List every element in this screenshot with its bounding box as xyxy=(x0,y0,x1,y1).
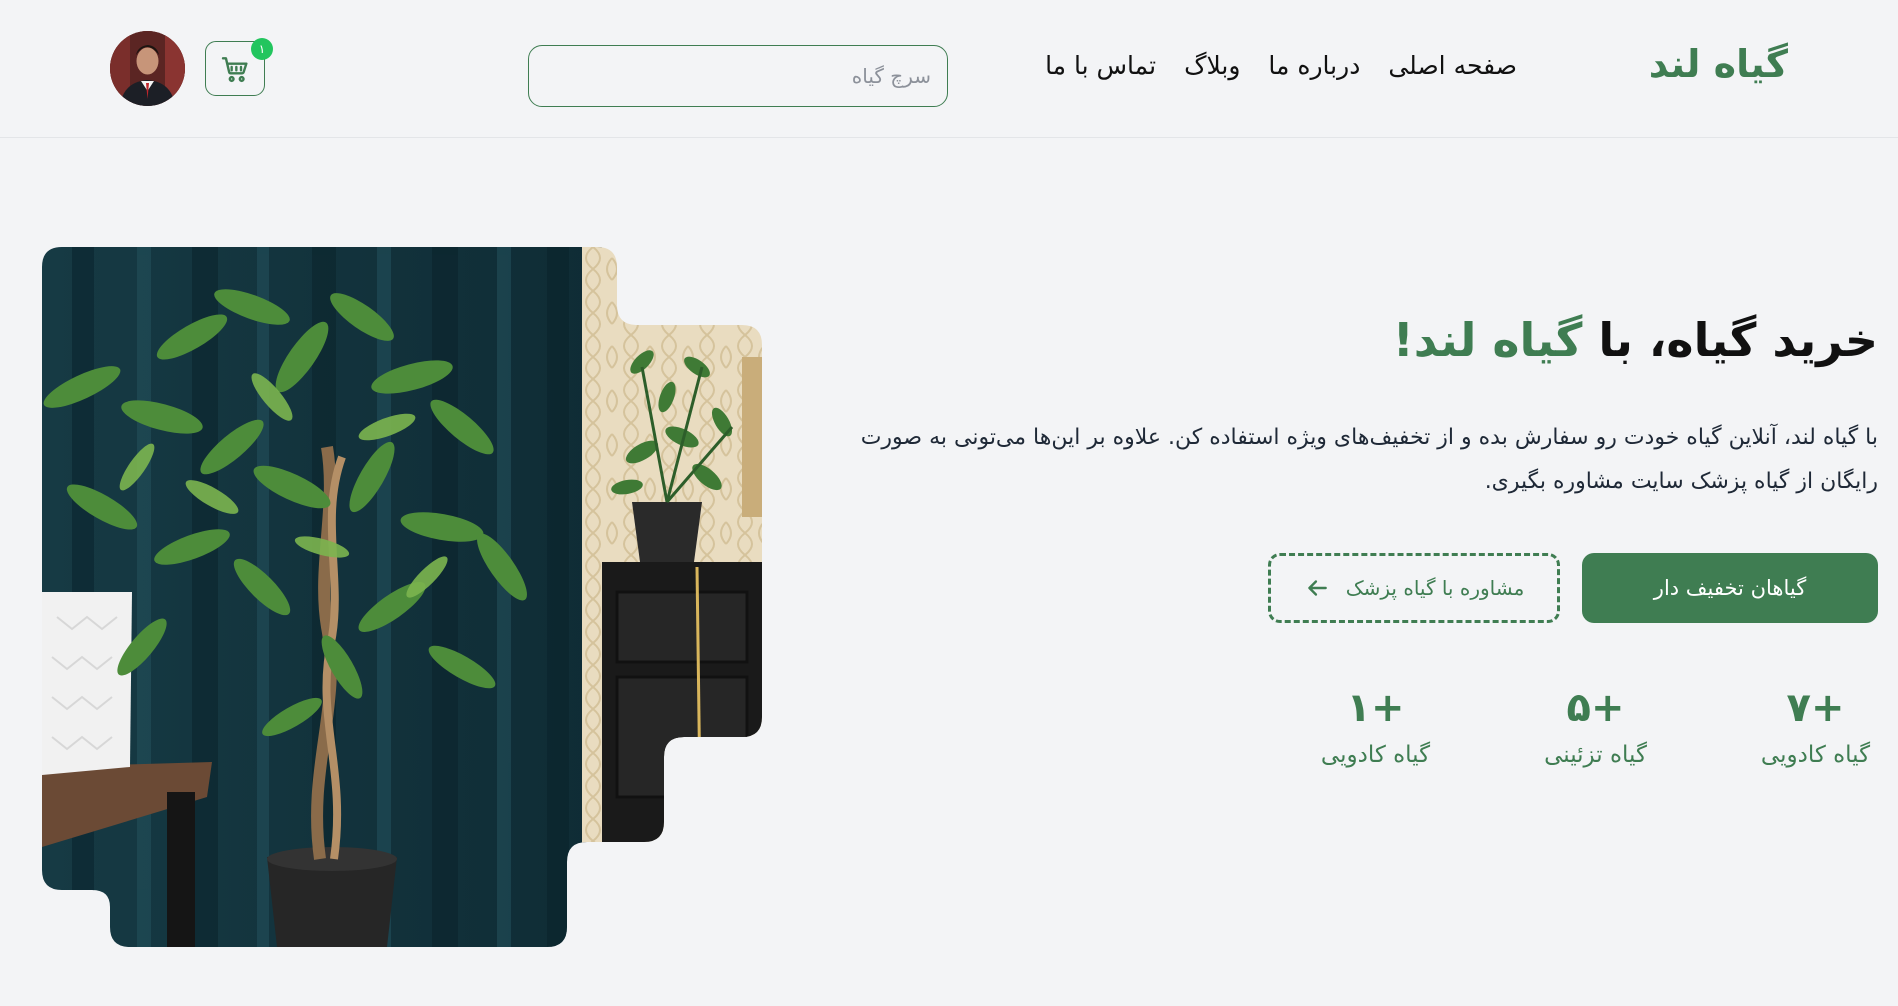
hero-title-accent: گیاه لند! xyxy=(1392,313,1583,367)
stat-value: +۷ xyxy=(1786,685,1845,731)
nav-item-home[interactable]: صفحه اصلی xyxy=(1388,48,1517,84)
stat-value: +۱ xyxy=(1346,685,1405,731)
arrow-left-icon xyxy=(1307,580,1327,596)
search-box xyxy=(528,45,948,107)
hero-title-main: خرید گیاه، با xyxy=(1582,313,1878,367)
stat-label: گیاه کادویی xyxy=(1760,742,1871,768)
nav-item-blog[interactable]: وبلاگ xyxy=(1184,48,1240,84)
user-avatar[interactable] xyxy=(110,31,185,106)
cart-count-badge: ۱ xyxy=(251,38,273,60)
hero-plant-image xyxy=(42,247,762,947)
stats-row: +۷ گیاه کادویی +۵ گیاه تزئینی +۱ گیاه کا… xyxy=(1313,683,1878,777)
site-header: گیاه لند صفحه اصلی درباره ما وبلاگ تماس … xyxy=(0,0,1898,138)
main-nav: صفحه اصلی درباره ما وبلاگ تماس با ما xyxy=(1045,48,1517,84)
discounted-plants-button[interactable]: گیاهان تخفیف دار xyxy=(1582,553,1878,623)
brand-logo[interactable]: گیاه لند xyxy=(1649,38,1788,90)
nav-item-contact[interactable]: تماس با ما xyxy=(1045,48,1156,84)
hero-description: با گیاه لند، آنلاین گیاه خودت رو سفارش ب… xyxy=(860,425,1878,494)
cart-button[interactable]: ۱ xyxy=(205,38,273,96)
plant-doctor-consult-button-label: مشاوره با گیاه پزشک xyxy=(1345,576,1525,600)
hero-title: خرید گیاه، با گیاه لند! xyxy=(1393,308,1878,372)
stat-item: +۱ گیاه کادویی xyxy=(1313,683,1438,777)
search-input[interactable] xyxy=(529,46,947,106)
stat-item: +۷ گیاه کادویی xyxy=(1753,683,1878,777)
stat-item: +۵ گیاه تزئینی xyxy=(1533,683,1658,777)
discounted-plants-button-label: گیاهان تخفیف دار xyxy=(1653,576,1807,600)
avatar-photo xyxy=(110,31,185,106)
stat-label: گیاه کادویی xyxy=(1320,742,1431,768)
plant-doctor-consult-button[interactable]: مشاوره با گیاه پزشک xyxy=(1268,553,1560,623)
stat-value: +۵ xyxy=(1566,685,1625,731)
stat-label: گیاه تزئینی xyxy=(1544,742,1647,768)
nav-item-about[interactable]: درباره ما xyxy=(1268,48,1360,84)
shopping-cart-icon xyxy=(221,56,248,82)
